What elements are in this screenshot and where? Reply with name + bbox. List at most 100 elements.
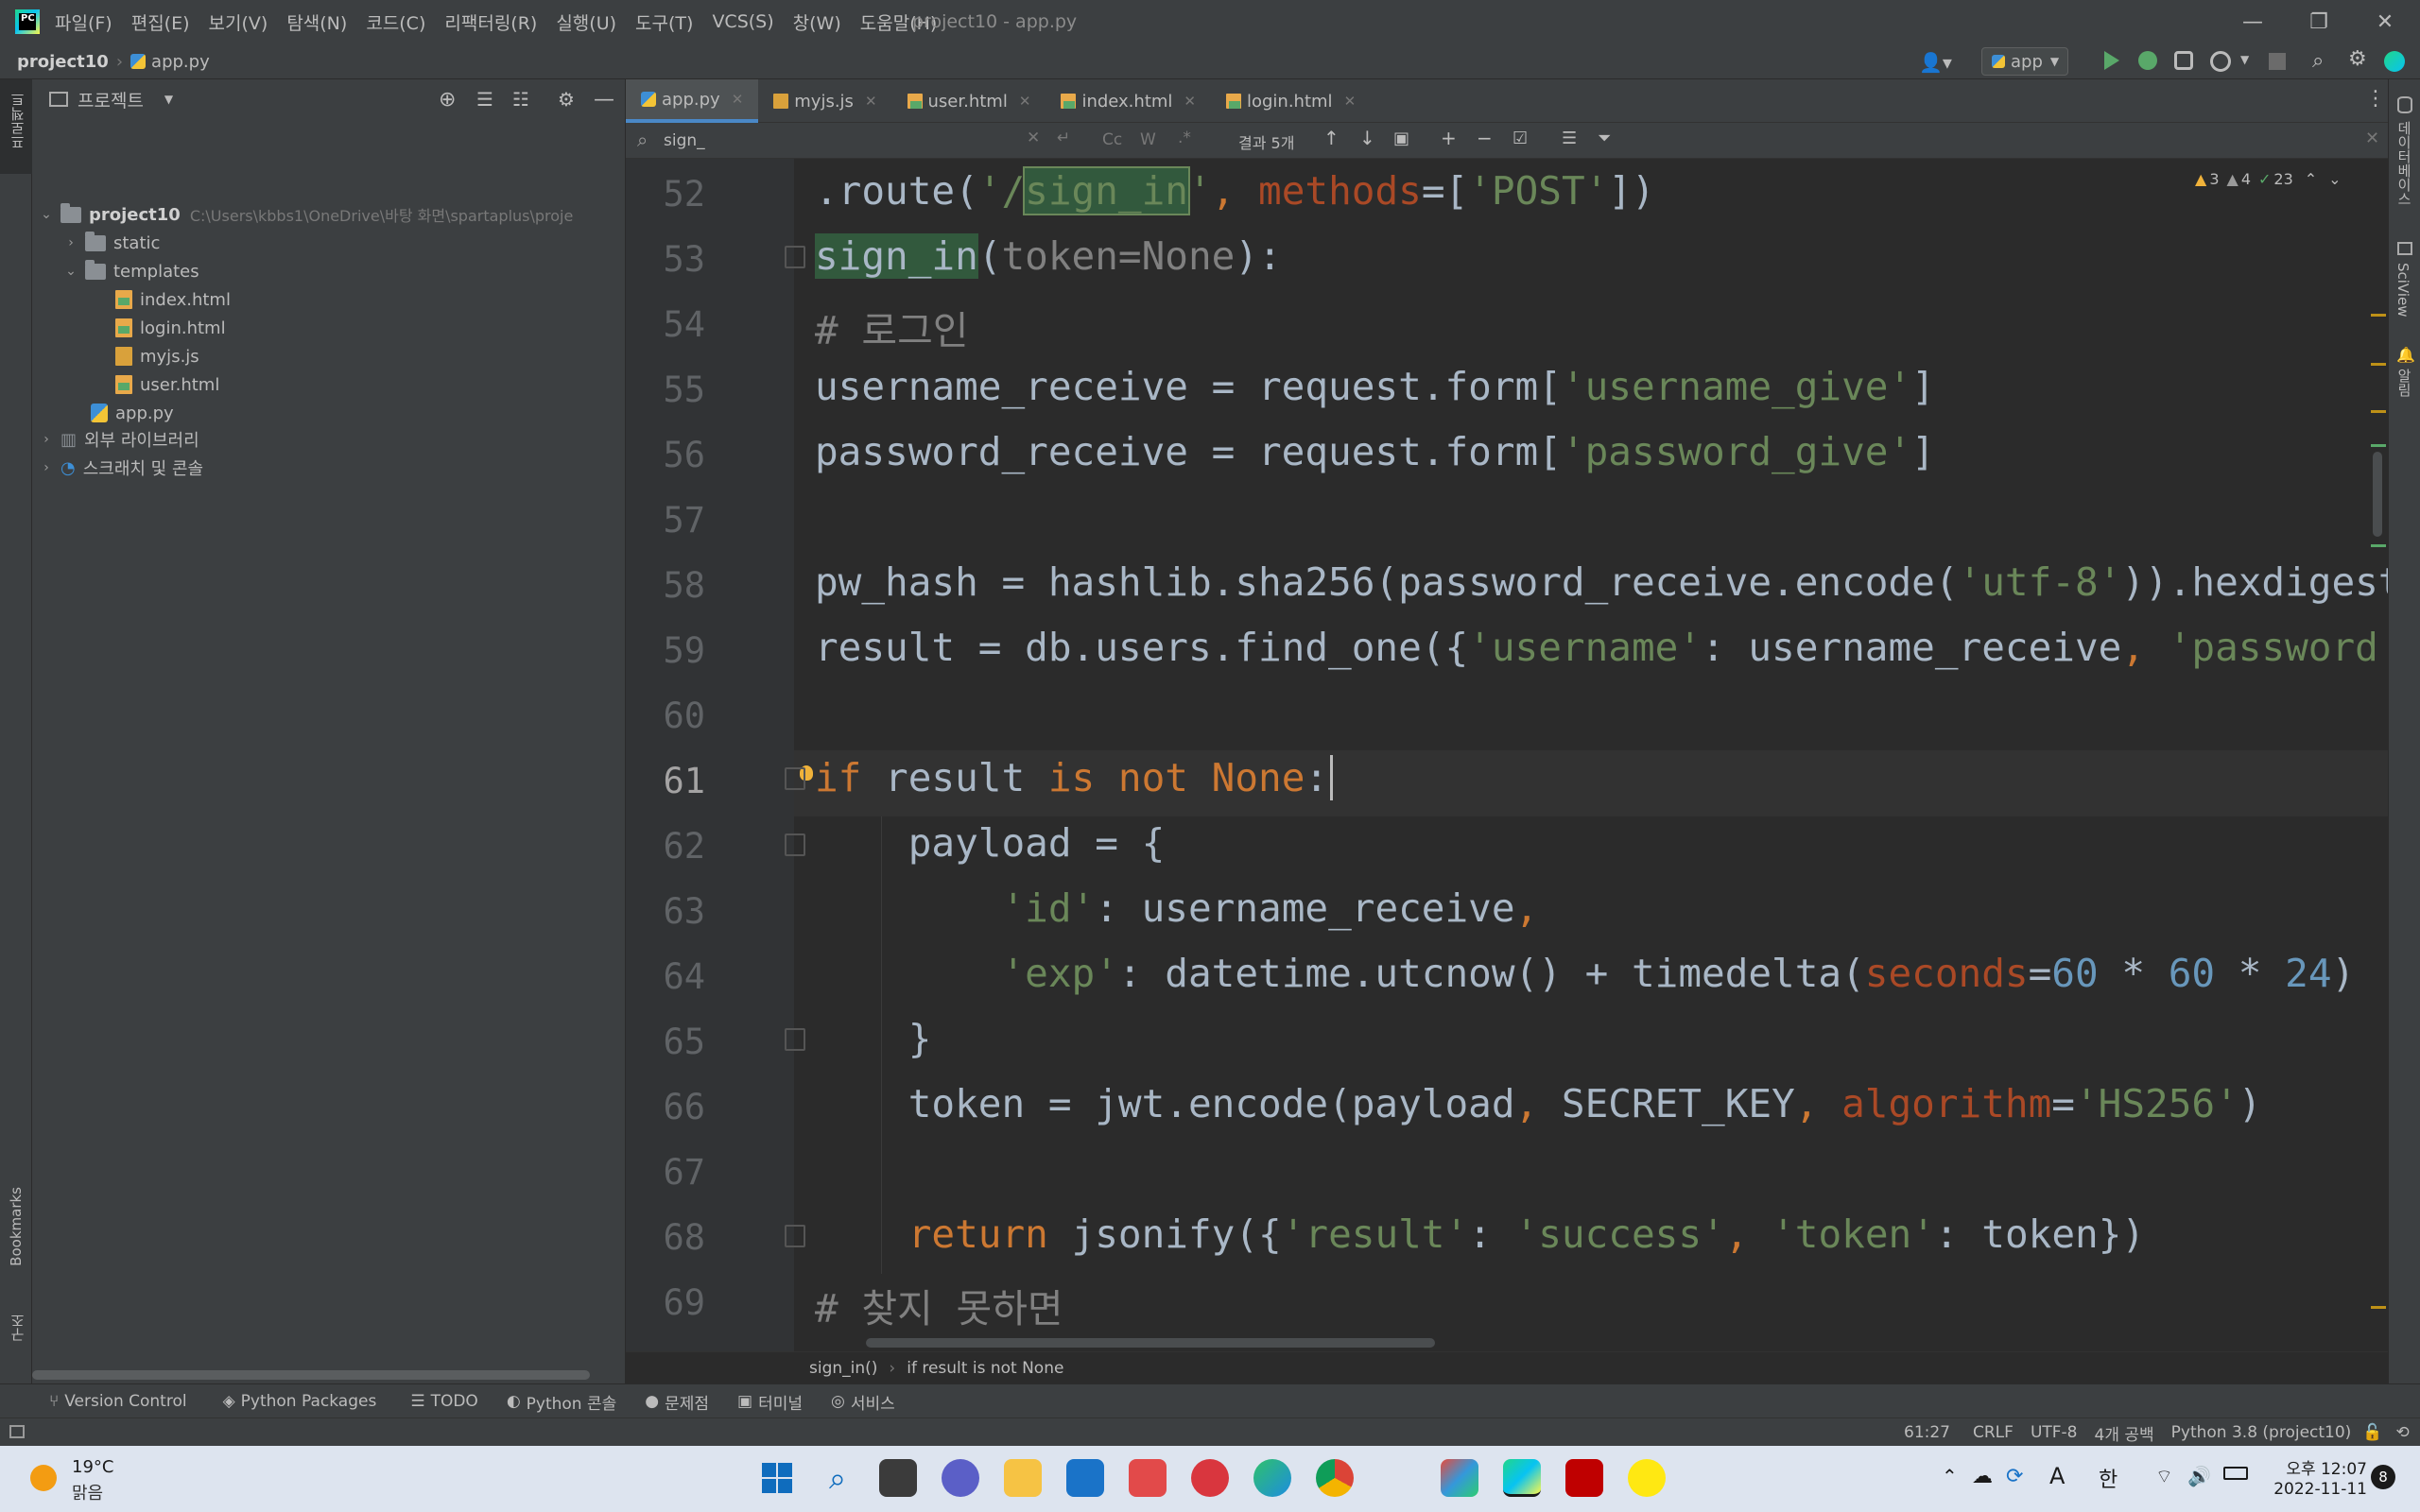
menu-edit[interactable]: 편집(E) <box>131 9 190 35</box>
close-icon[interactable]: ✕ <box>732 91 744 108</box>
chrome-icon[interactable] <box>1316 1459 1354 1497</box>
next-match-icon[interactable]: ↓ <box>1359 127 1375 149</box>
run-icon[interactable] <box>2104 51 2119 70</box>
tree-item-myjs-js[interactable]: myjs.js <box>110 342 199 370</box>
tree-root[interactable]: ⌄ project10 C:\Users\kbbs1\OneDrive\바탕 화… <box>38 200 573 229</box>
chevron-down-icon[interactable]: ⌄ <box>38 207 55 222</box>
sync-icon[interactable]: ⟲ <box>2395 1423 2409 1442</box>
tree-item-templates[interactable]: ⌄ templates <box>62 257 199 285</box>
tool-services[interactable]: 서비스 <box>851 1390 895 1414</box>
breadcrumb-function[interactable]: sign_in() <box>809 1359 877 1378</box>
regex-toggle[interactable]: .* <box>1178 129 1191 147</box>
bookmarks-tool-label[interactable]: Bookmarks <box>8 1187 25 1266</box>
filezilla-icon[interactable] <box>1565 1459 1603 1497</box>
horizontal-scrollbar[interactable] <box>32 1370 590 1380</box>
caret-position[interactable]: 61:27 <box>1904 1423 1950 1442</box>
tree-item-index-html[interactable]: index.html <box>110 285 231 314</box>
fold-icon[interactable] <box>785 767 805 790</box>
sciview-tool-label[interactable]: SciView <box>2394 263 2411 318</box>
tree-item-user-html[interactable]: user.html <box>110 370 219 399</box>
pycharm-edu-icon[interactable] <box>1441 1459 1478 1497</box>
menu-run[interactable]: 실행(U) <box>556 9 616 35</box>
battery-icon[interactable] <box>2223 1467 2248 1480</box>
sync-app-icon[interactable] <box>1191 1459 1229 1497</box>
tab-myjs-js[interactable]: myjs.js ✕ <box>758 79 891 123</box>
tool-terminal[interactable]: 터미널 <box>758 1390 803 1414</box>
clear-icon[interactable]: ✕ <box>1027 129 1040 147</box>
jetbrains-icon[interactable] <box>2384 51 2405 72</box>
tree-item-app-py[interactable]: app.py <box>85 399 174 427</box>
tool-version-control[interactable]: Version Control <box>64 1392 186 1411</box>
onedrive-icon[interactable]: ☁ <box>1972 1465 1993 1488</box>
next-problem-icon[interactable]: ⌄ <box>2328 170 2341 188</box>
breadcrumb-block[interactable]: if result is not None <box>907 1359 1063 1378</box>
menu-view[interactable]: 보기(V) <box>209 9 268 35</box>
wifi-icon[interactable]: ⌔ <box>2155 1465 2173 1488</box>
chevron-right-icon[interactable]: › <box>62 235 79 250</box>
tree-item-static[interactable]: › static <box>62 229 160 257</box>
nav-file[interactable]: app.py <box>151 52 210 72</box>
indent-setting[interactable]: 4개 공백 <box>2095 1421 2154 1445</box>
menu-file[interactable]: 파일(F) <box>55 9 112 35</box>
close-icon[interactable]: ✕ <box>1344 93 1357 110</box>
restore-button[interactable]: ❐ <box>2286 0 2352 43</box>
tool-python-packages[interactable]: Python Packages <box>241 1392 377 1411</box>
vertical-scrollbar[interactable] <box>2373 452 2382 537</box>
tool-todo[interactable]: TODO <box>431 1392 478 1411</box>
database-tool-label[interactable]: 데이터베이스 <box>2394 121 2414 206</box>
menu-code[interactable]: 코드(C) <box>366 9 425 35</box>
horizontal-scrollbar[interactable] <box>866 1338 1435 1348</box>
history-icon[interactable]: ↵ <box>1057 129 1070 147</box>
kakaotalk-icon[interactable] <box>1628 1459 1666 1497</box>
tab-user-html[interactable]: user.html ✕ <box>892 79 1046 123</box>
search-icon[interactable]: ⌕ <box>819 1459 856 1497</box>
select-all-occurrences-icon[interactable]: ☑ <box>1512 129 1528 148</box>
menu-navigate[interactable]: 탐색(N) <box>286 9 347 35</box>
tray-lang-a[interactable]: A <box>2049 1463 2065 1489</box>
search-icon[interactable]: ⌕ <box>2312 49 2324 73</box>
locate-icon[interactable]: ⊕ <box>439 88 456 112</box>
tree-item-scratches[interactable]: › ◔ 스크래치 및 콘솔 <box>38 454 203 482</box>
tool-problems[interactable]: 문제점 <box>665 1390 709 1414</box>
file-explorer-icon[interactable] <box>1004 1459 1042 1497</box>
speaker-icon[interactable]: 🔊 <box>2187 1465 2211 1487</box>
tray-chevron-up-icon[interactable]: ⌃ <box>1942 1465 1958 1487</box>
minimize-button[interactable]: — <box>2220 0 2286 43</box>
inspection-widget[interactable]: ▲ 3 ▲ 4 ✓ 23 ⌃ ⌄ <box>2195 170 2342 188</box>
chevron-down-icon[interactable]: ▼ <box>164 93 173 106</box>
ms-store-icon[interactable] <box>1066 1459 1104 1497</box>
fold-icon[interactable] <box>785 833 805 856</box>
expand-all-icon[interactable]: ☰ <box>476 88 493 111</box>
tab-app-py[interactable]: app.py ✕ <box>626 79 759 123</box>
pycharm-taskbar-icon[interactable] <box>1503 1459 1541 1497</box>
menu-window[interactable]: 창(W) <box>793 9 841 35</box>
close-window-button[interactable]: ✕ <box>2352 0 2418 43</box>
close-icon[interactable]: ✕ <box>1019 93 1031 110</box>
structure-tool-label[interactable]: 구조 <box>8 1314 27 1342</box>
chevron-right-icon[interactable]: › <box>38 432 55 447</box>
filter-options-icon[interactable]: ☰ <box>1562 129 1577 148</box>
gear-icon[interactable]: ⚙ <box>558 88 575 111</box>
lock-icon[interactable]: 🔓 <box>2362 1423 2382 1442</box>
menu-vcs[interactable]: VCS(S) <box>712 11 773 32</box>
tree-item-external-libraries[interactable]: › ▥ 외부 라이브러리 <box>38 425 199 454</box>
chevron-down-icon[interactable]: ⌄ <box>62 264 79 279</box>
code-editor[interactable]: 52 53 54 55 56 57 58 59 60 61 62 63 64 6… <box>626 159 2388 1351</box>
close-icon[interactable]: ✕ <box>865 93 877 110</box>
previous-problem-icon[interactable]: ⌃ <box>2305 170 2317 188</box>
remove-occurrence-icon[interactable]: − <box>1477 127 1493 149</box>
add-user-icon[interactable]: 👤▾ <box>1919 51 1952 74</box>
file-encoding[interactable]: UTF-8 <box>2031 1423 2078 1442</box>
search-input[interactable] <box>664 129 1032 153</box>
hide-icon[interactable]: — <box>594 88 614 112</box>
tab-index-html[interactable]: index.html ✕ <box>1046 79 1211 123</box>
tool-python-console[interactable]: Python 콘솔 <box>527 1390 617 1414</box>
match-case-toggle[interactable]: Cc <box>1102 130 1122 149</box>
chevron-right-icon[interactable]: › <box>38 460 55 475</box>
edge-icon[interactable] <box>1253 1459 1291 1497</box>
weather-icon[interactable] <box>30 1465 57 1491</box>
windows-start-icon[interactable] <box>758 1459 796 1497</box>
filter-icon[interactable]: ⏷ <box>1598 129 1611 148</box>
coverage-icon[interactable] <box>2174 51 2193 70</box>
gear-icon[interactable]: ⚙ <box>2348 47 2367 71</box>
